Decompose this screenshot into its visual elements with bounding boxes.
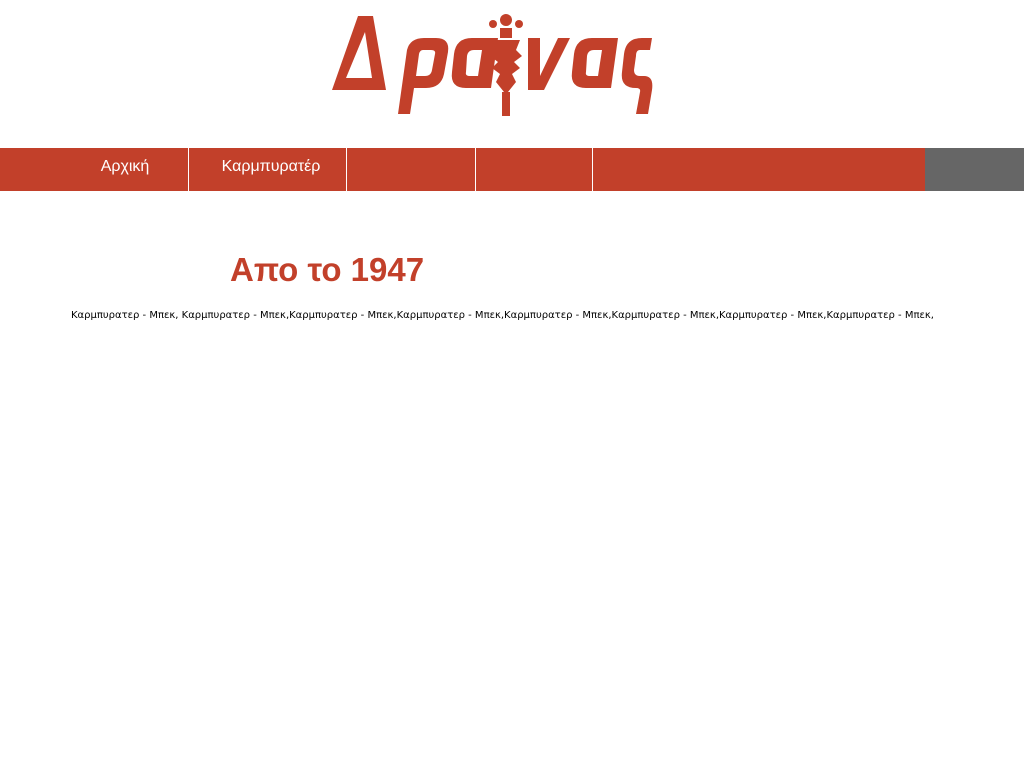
nav-item-carburetors[interactable]: Καρμπυρατέρ (196, 148, 346, 191)
nav-divider (592, 148, 593, 191)
main-navigation: Αρχική Καρμπυρατέρ (0, 148, 1024, 191)
logo-image (332, 14, 653, 116)
page: Αρχική Καρμπυρατέρ Απο το 1947 Καρμπυρατ… (0, 0, 1024, 768)
nav-item-home[interactable]: Αρχική (66, 148, 184, 191)
page-heading: Απο το 1947 (230, 251, 425, 288)
nav-divider (475, 148, 476, 191)
nav-item-empty-1[interactable] (348, 148, 474, 191)
keywords-text: Καρμπυρατερ - Μπεκ, Καρμπυρατερ - Μπεκ,Κ… (71, 310, 934, 321)
nav-divider (188, 148, 189, 191)
nav-end-block (925, 148, 1024, 191)
nav-divider (346, 148, 347, 191)
nav-item-empty-2[interactable] (477, 148, 591, 191)
nav-item-empty-3[interactable] (594, 148, 924, 191)
site-logo[interactable] (328, 10, 656, 120)
